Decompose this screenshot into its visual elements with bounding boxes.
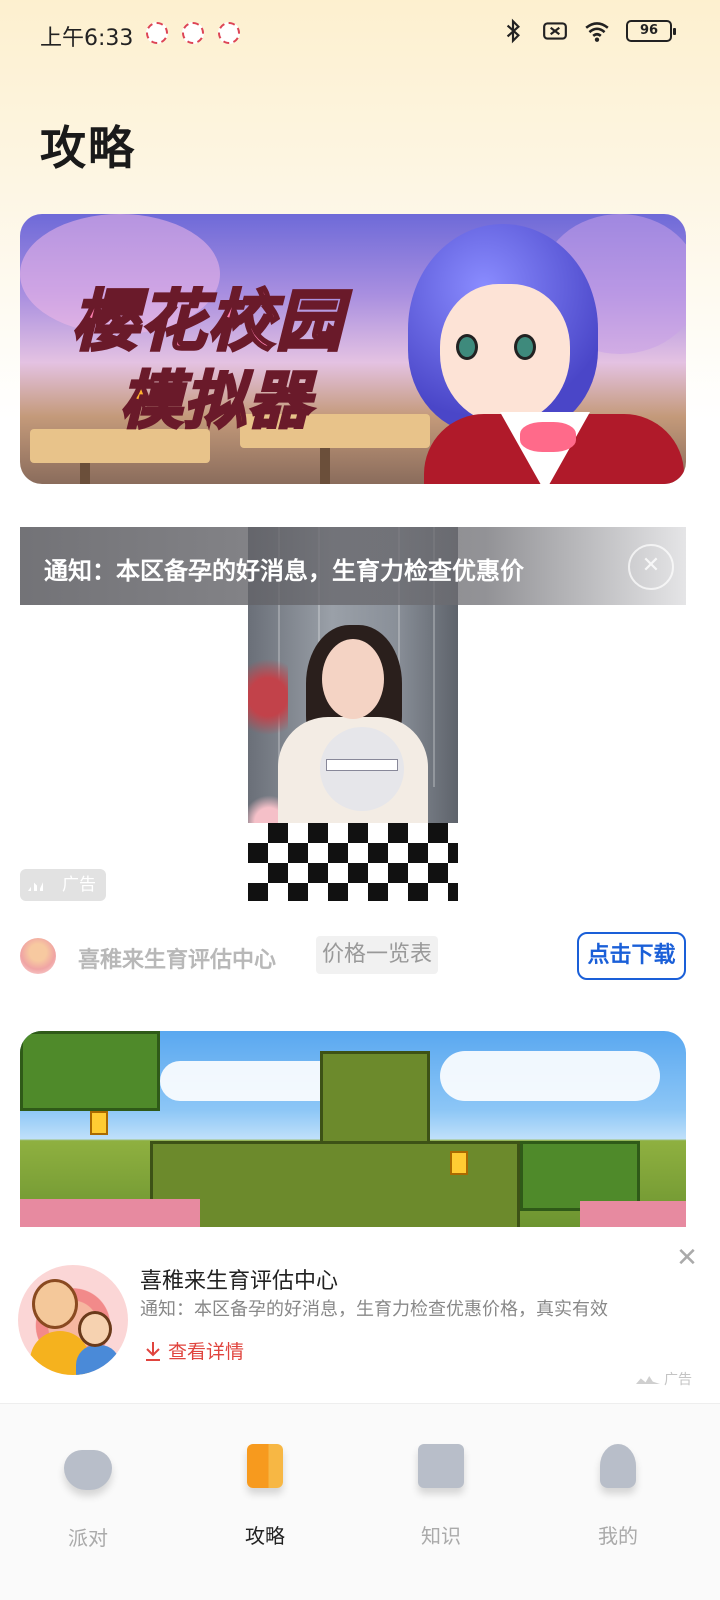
banner-subtitle: 模拟器 (118, 363, 313, 439)
nav-item-profile[interactable]: 我的 (548, 1444, 688, 1549)
ad-notice-text: 通知：本区备孕的好消息，生育力检查优惠价 (44, 557, 524, 585)
game-scene (20, 1199, 200, 1227)
avatar-illustration (76, 1345, 120, 1375)
nav-label: 知识 (421, 1524, 461, 1548)
game-banner[interactable]: 樱花校园 模拟器 (20, 214, 686, 484)
banner-desk (320, 448, 330, 484)
notification-icon (182, 22, 204, 44)
advertiser-avatar[interactable] (20, 938, 56, 974)
wifi-icon (585, 22, 609, 42)
game-scene (580, 1201, 686, 1227)
party-icon (64, 1450, 112, 1490)
banner-character (456, 334, 478, 360)
video-frame (322, 639, 384, 719)
floating-ad[interactable]: 喜稚来生育评估中心 通知：本区备孕的好消息，生育力检查优惠价格，真实有效 查看详… (0, 1227, 720, 1403)
ad-wave-icon (28, 879, 58, 891)
video-ad-card[interactable]: 通知：本区备孕的好消息，生育力检查优惠价 ✕ 广告 (20, 527, 686, 901)
ad-badge: 广告 (636, 1369, 692, 1389)
ad-badge-label: 广告 (664, 1372, 692, 1388)
ad-wave-icon (636, 1376, 660, 1384)
floating-ad-title[interactable]: 喜稚来生育评估中心 (140, 1263, 338, 1295)
close-icon[interactable]: ✕ (628, 544, 674, 590)
status-bar: 上午6:33 96 (0, 0, 720, 70)
game-scene (90, 1111, 108, 1135)
video-frame (326, 759, 398, 771)
game-scene (450, 1151, 468, 1175)
status-icons: 96 (500, 18, 676, 44)
game-scene (440, 1051, 660, 1101)
view-details-link[interactable]: 查看详情 (144, 1337, 244, 1364)
nav-label: 攻略 (245, 1524, 285, 1548)
banner-character (520, 422, 576, 452)
ad-notice-bar[interactable]: 通知：本区备孕的好消息，生育力检查优惠价 ✕ (20, 527, 686, 605)
status-time: 上午6:33 (40, 26, 134, 51)
ad-badge-label: 广告 (62, 875, 96, 895)
ad-avatar[interactable] (18, 1265, 128, 1375)
no-sim-icon (543, 22, 567, 40)
banner-desk (80, 463, 90, 484)
view-details-label: 查看详情 (168, 1341, 245, 1363)
knowledge-icon (418, 1444, 464, 1488)
nav-item-knowledge[interactable]: 知识 (371, 1444, 511, 1549)
profile-icon (600, 1444, 636, 1488)
advertiser-name[interactable]: 喜稚来生育评估中心 (78, 942, 276, 974)
page-title: 攻略 (40, 121, 136, 175)
notification-icon (146, 22, 168, 44)
nav-item-party[interactable]: 派对 (18, 1444, 158, 1551)
game-card[interactable] (20, 1031, 686, 1227)
bluetooth-icon (506, 18, 520, 44)
close-icon[interactable]: ✕ (676, 1245, 698, 1271)
guide-icon (247, 1444, 283, 1488)
battery-indicator: 96 (626, 20, 676, 42)
notification-icon (218, 22, 240, 44)
video-frame (248, 823, 458, 901)
floating-ad-description[interactable]: 通知：本区备孕的好消息，生育力检查优惠价格，真实有效 (140, 1295, 660, 1321)
video-frame (248, 637, 288, 757)
ad-meta-row: 喜稚来生育评估中心 价格一览表 点击下载 (20, 932, 686, 980)
download-arrow-icon (146, 1341, 160, 1361)
nav-item-guide[interactable]: 攻略 (195, 1444, 335, 1549)
nav-label: 派对 (68, 1526, 108, 1550)
price-tag[interactable]: 价格一览表 (316, 936, 439, 974)
banner-character (514, 334, 536, 360)
ad-badge: 广告 (20, 869, 106, 901)
nav-label: 我的 (598, 1524, 638, 1548)
avatar-illustration (32, 1279, 78, 1329)
game-scene (20, 1031, 160, 1111)
download-button[interactable]: 点击下载 (577, 932, 686, 980)
bottom-navigation: 派对 攻略 知识 我的 (0, 1403, 720, 1600)
avatar-illustration (78, 1311, 112, 1347)
